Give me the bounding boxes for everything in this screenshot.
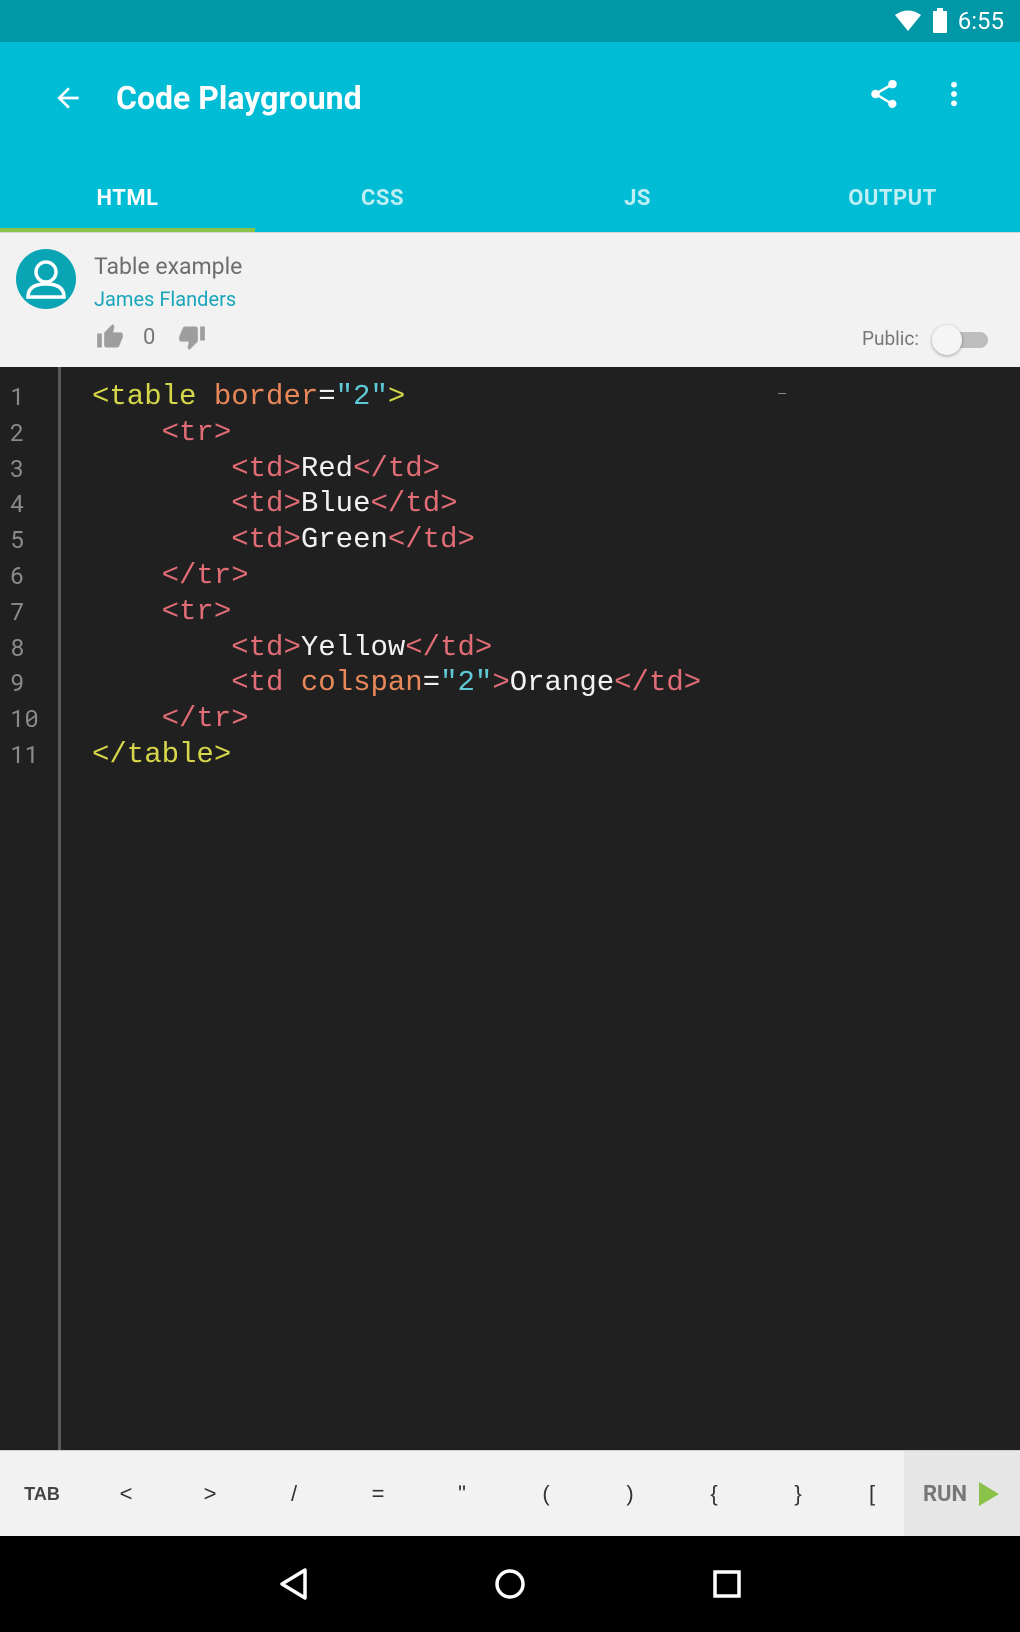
code-editor[interactable]: 1 2 3 4 5 6 7 8 9 10 11 <table border="2… (0, 367, 1020, 1450)
key-tab[interactable]: TAB (0, 1451, 84, 1537)
line-number: 9 (10, 666, 25, 699)
key-less-than[interactable]: < (84, 1451, 168, 1537)
status-time: 6:55 (957, 7, 1004, 35)
page-title: Code Playground (116, 79, 362, 117)
symbol-key-bar: TAB < > / = " ( ) { } [ RUN (0, 1450, 1020, 1537)
code-line[interactable]: </table> (92, 738, 231, 771)
code-line[interactable]: <td>Yellow</td> (92, 631, 492, 664)
tab-js[interactable]: JS (510, 164, 765, 232)
code-line[interactable]: <table border="2"> (92, 380, 405, 413)
nav-back-icon (280, 1568, 307, 1600)
code-line[interactable]: <td colspan="2">Orange</td> (92, 666, 701, 699)
vote-count: 0 (143, 325, 156, 350)
key-quote[interactable]: " (420, 1451, 504, 1537)
code-line[interactable]: </tr> (92, 559, 249, 592)
nav-home-icon (495, 1569, 525, 1599)
key-close-brace[interactable]: } (756, 1451, 840, 1537)
battery-icon (932, 8, 947, 33)
wifi-icon (894, 10, 921, 31)
line-number: 3 (10, 451, 25, 484)
key-slash[interactable]: / (252, 1451, 336, 1537)
back-arrow-icon (57, 87, 79, 109)
tab-css[interactable]: CSS (255, 164, 510, 232)
key-greater-than[interactable]: > (168, 1451, 252, 1537)
avatar-icon (26, 260, 66, 299)
code-line[interactable]: <td>Red</td> (92, 452, 440, 485)
public-toggle[interactable] (932, 325, 990, 355)
run-button[interactable]: RUN (904, 1451, 1020, 1537)
key-open-paren[interactable]: ( (504, 1451, 588, 1537)
gutter-divider (58, 367, 61, 1450)
line-number: 1 (10, 380, 25, 412)
code-line[interactable]: <tr> (92, 595, 232, 628)
code-line[interactable]: <td>Blue</td> (92, 487, 457, 520)
play-icon (979, 1482, 1000, 1506)
text-cursor (778, 393, 786, 394)
system-nav-bar (0, 1536, 1020, 1632)
tab-bar: HTML CSS JS OUTPUT (0, 164, 1020, 232)
nav-recents-button[interactable] (703, 1560, 751, 1608)
nav-recents-icon (713, 1570, 741, 1598)
line-number: 8 (10, 630, 25, 663)
tab-html[interactable]: HTML (0, 164, 255, 232)
back-button[interactable] (44, 74, 92, 122)
thumb-down-icon (179, 326, 205, 350)
share-icon (871, 79, 897, 109)
share-button[interactable] (860, 70, 908, 118)
line-number: 10 (10, 702, 39, 735)
code-line[interactable]: <tr> (92, 416, 232, 449)
key-close-paren[interactable]: ) (588, 1451, 672, 1537)
nav-back-button[interactable] (270, 1560, 318, 1608)
key-equals[interactable]: = (336, 1451, 420, 1537)
app-bar: Code Playground HTML CSS JS OUTPUT (0, 42, 1020, 232)
more-vert-icon (951, 81, 957, 107)
author-link[interactable]: James Flanders (94, 287, 236, 311)
public-label: Public: (862, 327, 919, 350)
line-number: 7 (10, 594, 25, 627)
line-number: 4 (10, 487, 25, 520)
avatar[interactable] (16, 249, 76, 309)
line-number: 2 (10, 415, 25, 448)
more-options-button[interactable] (930, 70, 978, 118)
line-number-gutter: 1 2 3 4 5 6 7 8 9 10 11 (10, 379, 39, 773)
code-title: Table example (94, 253, 243, 280)
nav-home-button[interactable] (486, 1560, 534, 1608)
code-line[interactable]: <td>Green</td> (92, 523, 475, 556)
code-info-panel: Table example James Flanders 0 Public: (0, 232, 1020, 368)
run-label: RUN (922, 1481, 968, 1507)
status-bar: 6:55 (0, 0, 1020, 42)
code-line[interactable]: </tr> (92, 702, 249, 735)
upvote-button[interactable] (96, 323, 126, 353)
line-number: 11 (10, 737, 39, 770)
code-text[interactable]: <table border="2"> <tr> <td>Red</td> <td… (92, 379, 701, 773)
line-number: 6 (10, 558, 25, 591)
downvote-button[interactable] (178, 323, 208, 353)
key-open-brace[interactable]: { (672, 1451, 756, 1537)
thumb-up-icon (97, 324, 123, 348)
key-open-bracket[interactable]: [ (840, 1451, 904, 1537)
line-number: 5 (10, 523, 25, 556)
status-icons: 6:55 (894, 6, 1004, 36)
tab-output[interactable]: OUTPUT (765, 164, 1020, 232)
toggle-thumb (932, 325, 962, 355)
